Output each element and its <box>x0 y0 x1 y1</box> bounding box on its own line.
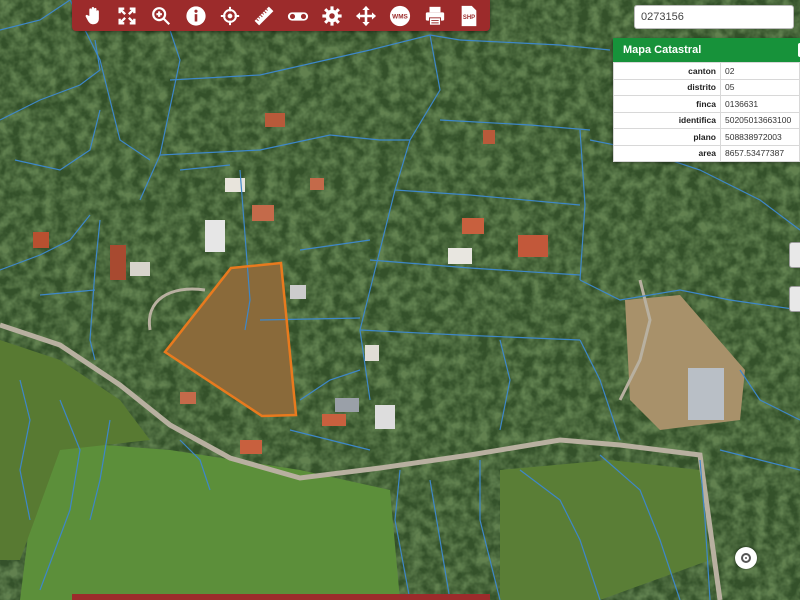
attribute-table: canton 02 distrito 05 finca 0136631 identif… <box>613 62 800 162</box>
measure-button[interactable] <box>248 2 280 30</box>
settings-gear-icon <box>322 5 342 26</box>
print-button[interactable] <box>419 2 451 30</box>
attr-key: finca <box>613 95 721 113</box>
cadastral-info-panel: Mapa Catastral canton 02 distrito 05 finca… <box>613 38 800 162</box>
pan-hand-icon <box>85 6 99 24</box>
attr-value: 50205013663100 <box>720 111 800 129</box>
attr-value: 02 <box>720 62 800 80</box>
table-row: finca 0136631 <box>613 95 800 113</box>
wms-icon: WMS <box>390 5 411 26</box>
attr-value: 0136631 <box>720 95 800 113</box>
wms-label: WMS <box>393 13 409 20</box>
info-icon <box>185 5 206 26</box>
geolocate-button[interactable] <box>735 547 757 569</box>
zoom-in-icon <box>152 6 171 25</box>
table-row: identifica 50205013663100 <box>613 111 800 129</box>
table-row: area 8657.53477387 <box>613 144 800 162</box>
bottom-toolbar-strip <box>72 594 490 600</box>
zoom-in-side-button[interactable] <box>789 242 800 268</box>
attr-value: 8657.53477387 <box>720 144 800 162</box>
panel-title-text: Mapa Catastral <box>623 44 702 56</box>
attr-value: 05 <box>720 78 800 96</box>
geolocate-icon <box>741 553 751 563</box>
table-row: canton 02 <box>613 62 800 80</box>
full-extent-button[interactable] <box>111 2 143 30</box>
overview-button[interactable] <box>282 2 314 30</box>
attr-key: area <box>613 144 721 162</box>
shp-export-button[interactable]: SHP <box>453 2 485 30</box>
crosshair-icon <box>220 6 239 25</box>
binoculars-icon <box>287 11 309 21</box>
print-icon <box>425 6 444 26</box>
warehouse-roof <box>688 368 724 420</box>
attr-key: identifica <box>613 111 721 129</box>
info-button[interactable] <box>180 2 212 30</box>
pan-button[interactable] <box>77 2 109 30</box>
attr-value: 508838972003 <box>720 128 800 146</box>
attr-key: distrito <box>613 78 721 96</box>
ruler-icon <box>254 6 274 25</box>
zoom-out-side-button[interactable] <box>789 286 800 312</box>
map-toolbar: WMS SHP <box>72 0 490 31</box>
attr-key: plano <box>613 128 721 146</box>
attr-key: canton <box>613 62 721 80</box>
panel-title: Mapa Catastral <box>613 38 800 62</box>
shp-icon: SHP <box>461 5 477 26</box>
settings-button[interactable] <box>316 2 348 30</box>
locate-point-button[interactable] <box>214 2 246 30</box>
full-extent-icon <box>118 6 136 25</box>
zoom-in-button[interactable] <box>145 2 177 30</box>
table-row: plano 508838972003 <box>613 128 800 146</box>
move-arrows-icon <box>356 5 377 26</box>
search-input[interactable] <box>634 5 794 29</box>
move-button[interactable] <box>350 2 382 30</box>
wms-button[interactable]: WMS <box>384 2 416 30</box>
table-row: distrito 05 <box>613 78 800 96</box>
shp-label: SHP <box>463 14 475 20</box>
